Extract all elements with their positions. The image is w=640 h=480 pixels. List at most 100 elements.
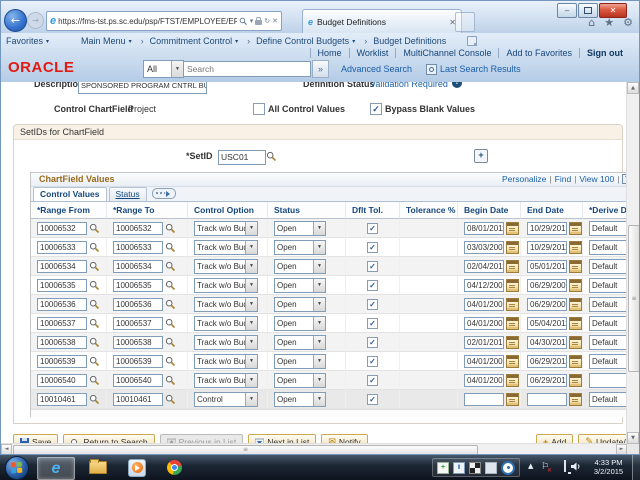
calendar-icon[interactable] (506, 355, 519, 368)
calendar-icon[interactable] (506, 260, 519, 273)
end-date-input[interactable] (527, 393, 567, 406)
dropdown-arrow-icon[interactable]: ▼ (313, 298, 325, 311)
dropdown-arrow-icon[interactable]: ▼ (313, 222, 325, 235)
home-icon[interactable]: ⌂ (588, 17, 595, 28)
forward-button[interactable]: → (27, 12, 44, 29)
tray-icon-2[interactable]: ‖ (453, 462, 465, 474)
network-icon[interactable] (564, 460, 566, 472)
lookup-icon[interactable] (89, 318, 100, 329)
lookup-icon[interactable] (89, 280, 100, 291)
range-from-input[interactable]: 10006532 (37, 222, 87, 235)
search-go-button[interactable]: » (312, 60, 329, 78)
description-input[interactable]: SPONSORED PROGRAM CNTRL BUDGET (78, 82, 207, 94)
begin-date-input[interactable]: 04/01/2006 (464, 374, 504, 387)
breadcrumb-item[interactable]: Define Control Budgets ▾ › (256, 36, 373, 46)
calendar-icon[interactable] (569, 298, 582, 311)
calendar-icon[interactable] (506, 374, 519, 387)
dropdown-arrow-icon[interactable]: ▼ (245, 260, 257, 273)
lookup-icon[interactable] (165, 375, 176, 386)
breadcrumb-search-icon[interactable] (467, 36, 477, 46)
dropdown-arrow-icon[interactable]: ▼ (313, 393, 325, 406)
dropdown-arrow-icon[interactable]: ▼ (245, 355, 257, 368)
lookup-icon[interactable] (165, 299, 176, 310)
minimize-button[interactable]: – (557, 3, 577, 18)
end-date-input[interactable]: 04/30/2016 (527, 336, 567, 349)
lookup-icon[interactable] (89, 337, 100, 348)
taskbar-ie-button[interactable]: e (37, 457, 75, 480)
status-select[interactable]: Open▼ (274, 373, 326, 388)
taskbar-explorer-button[interactable] (82, 457, 114, 478)
control-option-select[interactable]: Track w/o Budg▼ (194, 221, 258, 236)
range-from-input[interactable]: 10006540 (37, 374, 87, 387)
end-date-input[interactable]: 10/29/2015 (527, 222, 567, 235)
calendar-icon[interactable] (569, 355, 582, 368)
status-select[interactable]: Open▼ (274, 316, 326, 331)
breadcrumb-item[interactable]: Budget Definitions (373, 36, 464, 46)
calendar-icon[interactable] (569, 279, 582, 292)
end-date-input[interactable]: 06/29/2016 (527, 374, 567, 387)
lookup-icon[interactable] (165, 337, 176, 348)
portal-link[interactable]: Worklist (349, 48, 396, 58)
status-select[interactable]: Open▼ (274, 259, 326, 274)
taskbar-chrome-button[interactable] (158, 457, 190, 478)
dflt-tol-checkbox[interactable]: ✓ (367, 394, 378, 405)
tab-control-values[interactable]: Control Values (33, 187, 107, 201)
begin-date-input[interactable]: 02/04/2011 (464, 260, 504, 273)
dropdown-arrow-icon[interactable]: ▼ (313, 279, 325, 292)
range-from-input[interactable]: 10006534 (37, 260, 87, 273)
status-select[interactable]: Open▼ (274, 297, 326, 312)
calendar-icon[interactable] (569, 374, 582, 387)
control-option-select[interactable]: Track w/o Budg▼ (194, 373, 258, 388)
tray-icon-5[interactable] (501, 461, 515, 475)
portal-link[interactable]: Home (310, 48, 349, 58)
range-to-input[interactable]: 10006532 (113, 222, 163, 235)
address-bar[interactable]: e https://fms-tst.ps.sc.edu/psp/FTST/EMP… (46, 11, 282, 31)
control-option-select[interactable]: Track w/o Budg▼ (194, 259, 258, 274)
begin-date-input[interactable]: 04/01/2008 (464, 317, 504, 330)
personalize-link[interactable]: Personalize (502, 174, 546, 184)
control-option-select[interactable]: Control▼ (194, 392, 258, 407)
range-to-input[interactable]: 10006537 (113, 317, 163, 330)
dropdown-arrow-icon[interactable]: ▼ (245, 393, 257, 406)
dflt-tol-checkbox[interactable]: ✓ (367, 299, 378, 310)
volume-icon[interactable] (570, 461, 581, 474)
range-from-input[interactable]: 10006535 (37, 279, 87, 292)
setid-lookup-icon[interactable] (266, 151, 277, 162)
show-all-columns-icon[interactable] (152, 188, 176, 199)
dropdown-arrow-icon[interactable]: ▼ (313, 355, 325, 368)
lookup-icon[interactable] (89, 223, 100, 234)
dflt-tol-checkbox[interactable]: ✓ (367, 261, 378, 272)
dropdown-arrow-icon[interactable]: ▼ (245, 298, 257, 311)
dropdown-arrow-icon[interactable]: ▼ (245, 336, 257, 349)
status-select[interactable]: Open▼ (274, 392, 326, 407)
url-text[interactable]: https://fms-tst.ps.sc.edu/psp/FTST/EMPLO… (58, 17, 237, 26)
range-to-input[interactable]: 10006538 (113, 336, 163, 349)
calendar-icon[interactable] (569, 241, 582, 254)
end-date-input[interactable]: 06/29/2008 (527, 298, 567, 311)
dflt-tol-checkbox[interactable]: ✓ (367, 280, 378, 291)
action-center-icon[interactable]: ⚐✕ (541, 462, 549, 472)
lookup-icon[interactable] (165, 242, 176, 253)
calendar-icon[interactable] (569, 317, 582, 330)
calendar-icon[interactable] (506, 298, 519, 311)
dropdown-arrow-icon[interactable]: ▼ (313, 317, 325, 330)
calendar-icon[interactable] (569, 336, 582, 349)
lookup-icon[interactable] (89, 242, 100, 253)
status-select[interactable]: Open▼ (274, 354, 326, 369)
lookup-icon[interactable] (165, 223, 176, 234)
tray-icon-4[interactable] (485, 462, 497, 474)
end-date-input[interactable]: 05/01/2013 (527, 260, 567, 273)
dflt-tol-checkbox[interactable]: ✓ (367, 337, 378, 348)
begin-date-input[interactable]: 03/03/2006 (464, 241, 504, 254)
scroll-down-icon[interactable]: ▼ (627, 432, 639, 444)
start-button[interactable] (5, 456, 29, 480)
control-option-select[interactable]: Track w/o Budg▼ (194, 354, 258, 369)
search-input[interactable] (184, 61, 311, 77)
range-from-input[interactable]: 10006539 (37, 355, 87, 368)
view-100-link[interactable]: View 100 (579, 174, 614, 184)
calendar-icon[interactable] (506, 279, 519, 292)
calendar-icon[interactable] (506, 241, 519, 254)
range-to-input[interactable]: 10006535 (113, 279, 163, 292)
tray-icon-1[interactable]: + (437, 462, 449, 474)
control-option-select[interactable]: Track w/o Budg▼ (194, 335, 258, 350)
